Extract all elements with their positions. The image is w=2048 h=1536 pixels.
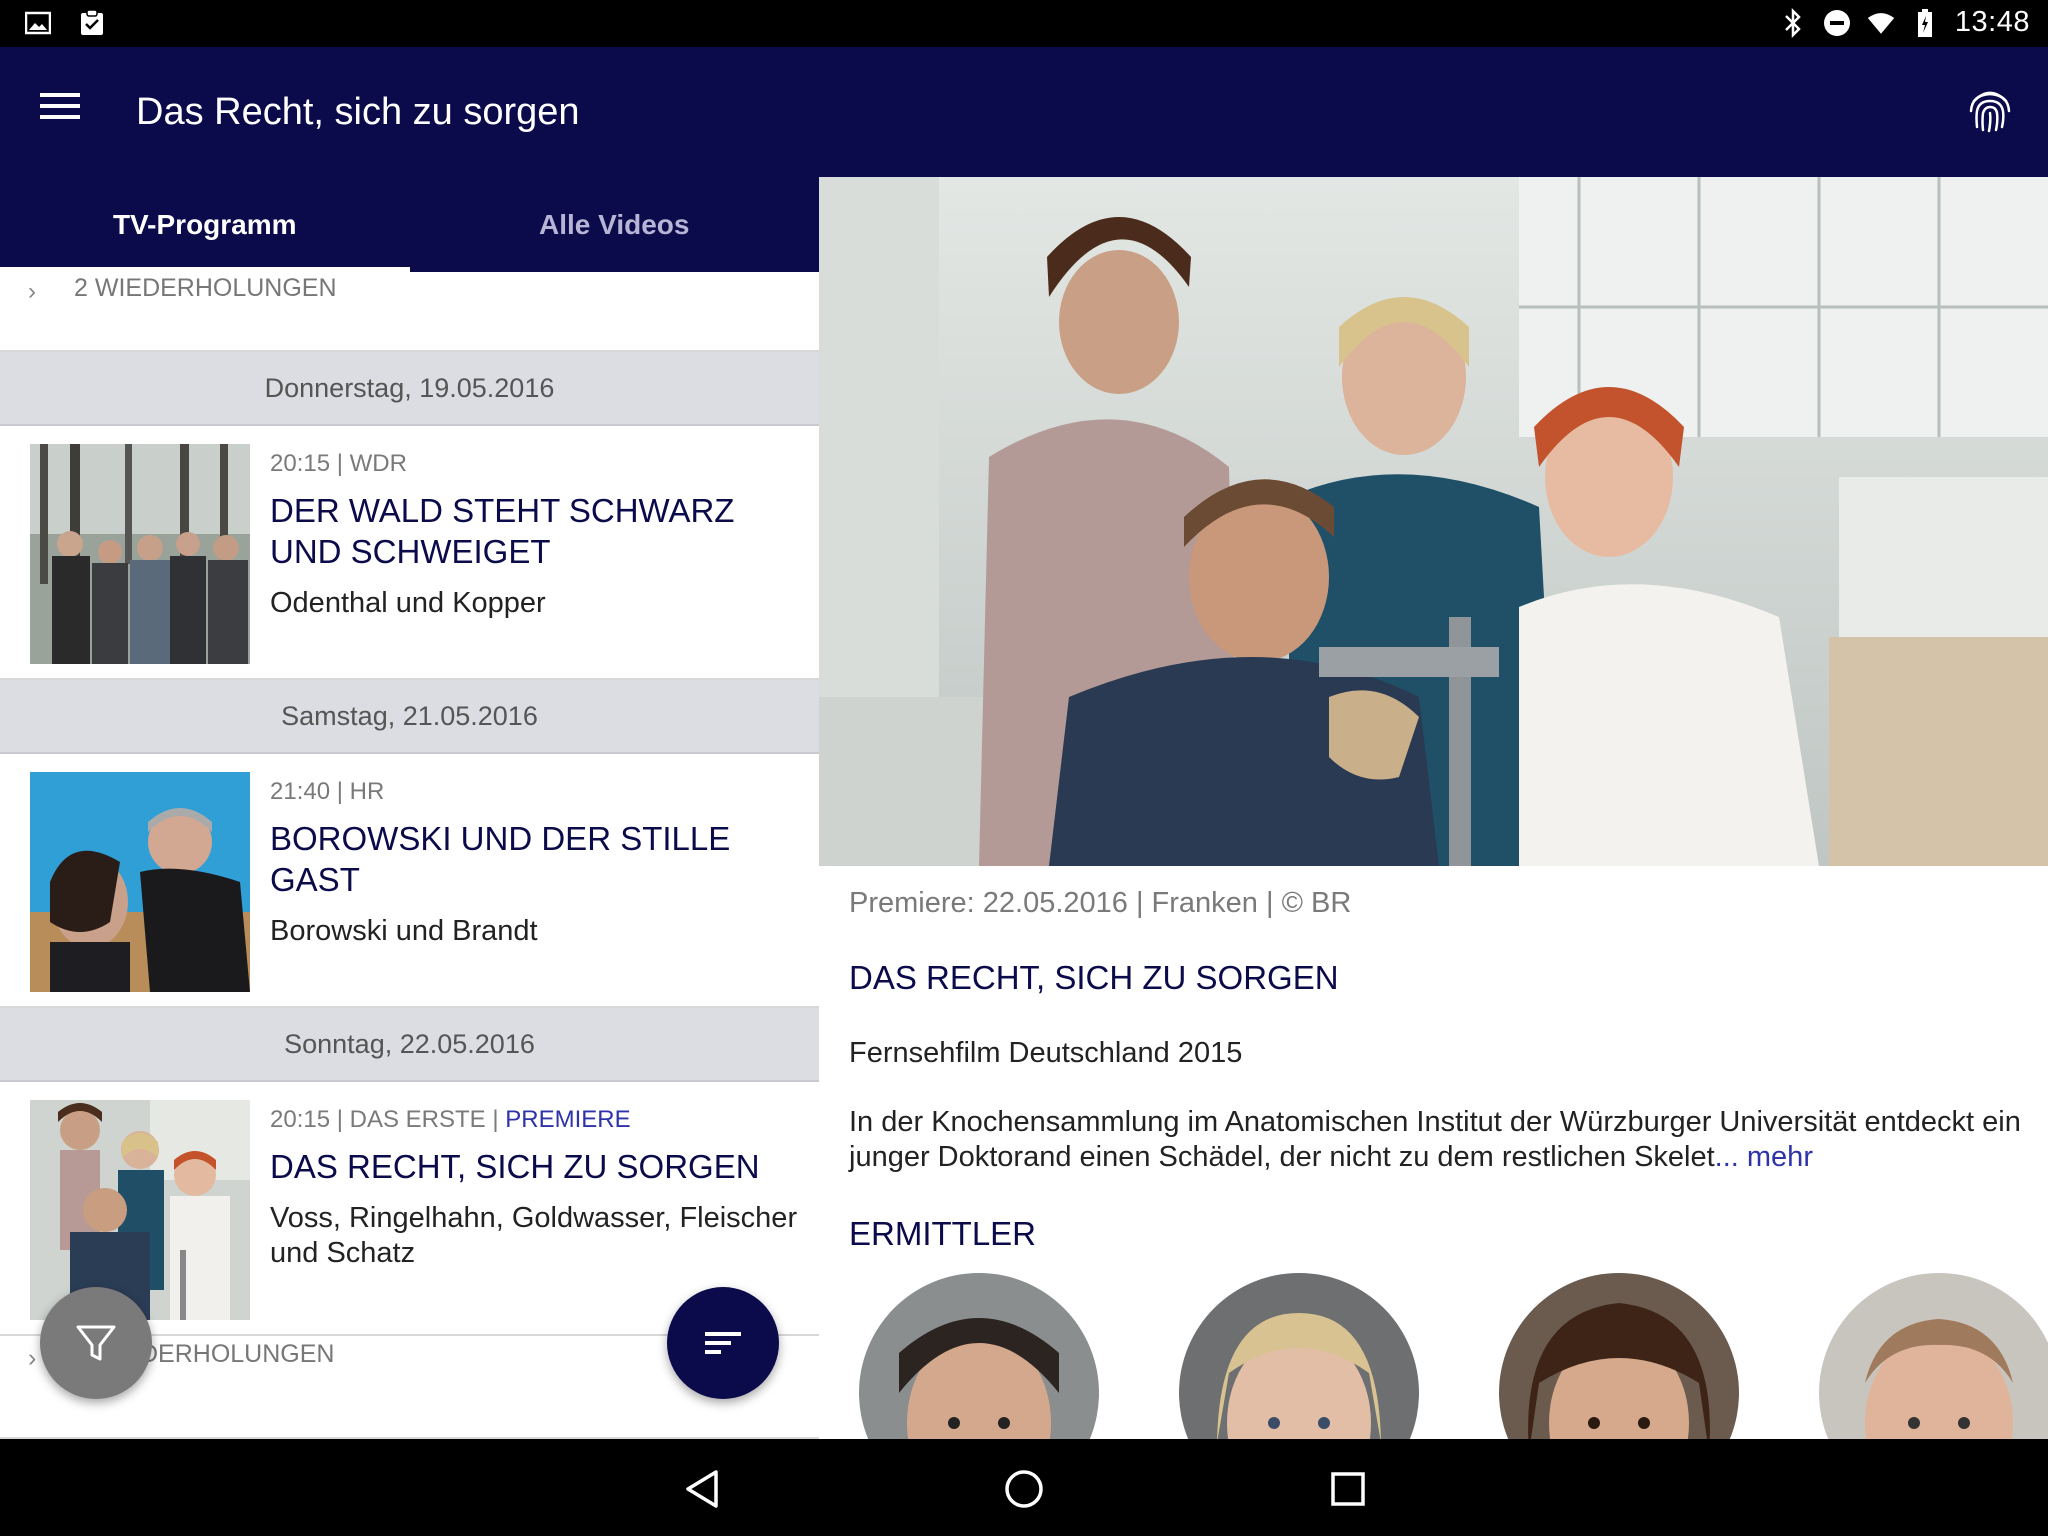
back-icon[interactable] (672, 1459, 732, 1519)
thumbnail-image (30, 772, 250, 992)
hero-image (819, 177, 2048, 866)
time-channel: 21:40 | HR (270, 778, 385, 805)
episode-title: BOROWSKI UND DER STILLE GAST Borowski un… (270, 818, 800, 949)
day-header: Sonntag, 22.05.2016 (0, 1008, 819, 1082)
section-heading-ermittler: ERMITTLER (849, 1215, 1037, 1252)
time-channel: 20:15 | DAS ERSTE | PREMIERE (270, 1106, 631, 1133)
schedule-list[interactable]: › 2 WIEDERHOLUNGEN Donnerstag, 19.05.201… (0, 272, 819, 1439)
repeats-label: 2 WIEDERHOLUNGEN (74, 274, 337, 302)
page-title: Das Recht, sich zu sorgen (136, 91, 580, 133)
navigation-bar (0, 1439, 2048, 1536)
investigator-avatar[interactable] (1179, 1273, 1419, 1439)
sort-button[interactable] (667, 1287, 779, 1399)
tab-tv-programm[interactable]: TV-Programm (0, 177, 410, 272)
list-item[interactable]: 20:15 | WDR DER WALD STEHT SCHWARZ UND S… (0, 426, 819, 680)
premiere-badge: PREMIERE (505, 1106, 631, 1133)
investigator-avatar[interactable] (1819, 1273, 2048, 1439)
battery-icon (1911, 8, 1939, 38)
time-channel: 20:15 | WDR (270, 450, 407, 477)
more-link[interactable]: ... mehr (1715, 1141, 1813, 1173)
clipboard-icon (78, 8, 106, 38)
investigator-avatar[interactable] (859, 1273, 1099, 1439)
premiere-info: Premiere: 22.05.2016 | Franken | © BR (849, 887, 1352, 919)
wifi-icon (1867, 8, 1895, 38)
sort-icon (705, 1332, 741, 1354)
hamburger-menu-icon[interactable] (40, 91, 104, 135)
bluetooth-icon (1779, 7, 1807, 38)
chevron-right-icon: › (28, 278, 36, 305)
day-header: Donnerstag, 19.05.2016 (0, 352, 819, 426)
home-icon[interactable] (994, 1459, 1054, 1519)
filter-button[interactable] (40, 1287, 152, 1399)
list-item[interactable]: 21:40 | HR BOROWSKI UND DER STILLE GAST … (0, 754, 819, 1008)
repeats-row[interactable]: › 2 WIEDERHOLUNGEN (0, 272, 819, 352)
recents-icon[interactable] (1318, 1459, 1378, 1519)
chevron-right-icon: › (28, 1344, 37, 1372)
investigator-avatar[interactable] (1499, 1273, 1739, 1439)
thumbnail-image (30, 444, 250, 664)
fingerprint-icon[interactable] (1968, 87, 2018, 137)
thumbnail-image (30, 1100, 250, 1320)
do-not-disturb-icon (1823, 8, 1851, 38)
detail-title: DAS RECHT, SICH ZU SORGEN (849, 959, 1339, 996)
day-header: Samstag, 21.05.2016 (0, 680, 819, 754)
investigators-text: Borowski und Brandt (270, 915, 538, 947)
tab-bar: TV-Programm Alle Videos (0, 177, 819, 272)
clock: 13:48 (1954, 6, 2030, 38)
detail-panel[interactable]: Premiere: 22.05.2016 | Franken | © BR DA… (819, 177, 2048, 1439)
image-icon (24, 8, 52, 38)
investigators-text: Odenthal und Kopper (270, 587, 546, 619)
episode-title: DER WALD STEHT SCHWARZ UND SCHWEIGET Ode… (270, 490, 800, 621)
description: In der Knochensammlung im Anatomischen I… (849, 1106, 2021, 1173)
tab-alle-videos[interactable]: Alle Videos (410, 177, 820, 272)
investigators-text: Voss, Ringelhahn, Goldwasser, Fleischer … (270, 1202, 798, 1269)
status-bar: 13:48 (0, 0, 2048, 47)
filter-icon (76, 1325, 116, 1361)
episode-title: DAS RECHT, SICH ZU SORGEN Voss, Ringelha… (270, 1146, 800, 1271)
repeats-label: DERHOLUNGEN (140, 1340, 335, 1368)
app-bar: Das Recht, sich zu sorgen (0, 47, 2048, 177)
genre-text: Fernsehfilm Deutschland 2015 (849, 1037, 1243, 1069)
